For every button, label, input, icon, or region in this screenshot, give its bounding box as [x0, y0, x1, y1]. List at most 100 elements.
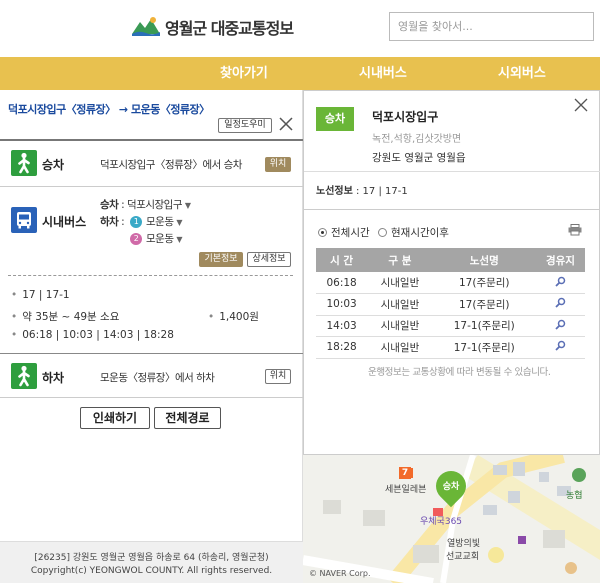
info-duration-value: 약 35분 ~ 49분 소요 — [22, 311, 120, 323]
stop-address: 강원도 영월군 영월읍 — [372, 152, 466, 164]
nav-item-directions[interactable]: 찾아가기 — [220, 57, 268, 90]
bus-board-line: 승차 : 덕포시장입구 ▼ — [100, 197, 191, 212]
route-info-value: : 17 | 17-1 — [352, 186, 408, 197]
logo-mountain-icon — [132, 17, 160, 36]
stop-direction: 녹전,석항,김삿갓방면 — [372, 134, 462, 145]
cell-route: 17(주문리) — [432, 272, 536, 294]
divider — [0, 353, 303, 354]
cell-type: 시내일반 — [367, 336, 433, 359]
site-logo[interactable]: 영월군 대중교통정보 — [131, 12, 301, 42]
divider — [0, 397, 303, 398]
alight-position-button[interactable]: 위치 — [265, 369, 291, 384]
info-duration: • 약 35분 ~ 49분 소요 — [11, 311, 120, 323]
cell-time: 18:28 — [316, 336, 368, 359]
bus-board-line-value: : 덕포시장입구 — [121, 199, 183, 211]
footer: [26235] 강원도 영월군 영월읍 하송로 64 (하송리, 영월군청) C… — [0, 541, 303, 583]
col-time: 시 간 — [316, 248, 368, 272]
step-board-text: 덕포시장입구〈정류장〉에서 승차 — [100, 159, 242, 171]
search-box[interactable] — [389, 12, 594, 41]
radio-dot[interactable] — [378, 228, 387, 237]
alight-option[interactable]: 2 모운동 ▼ — [130, 231, 182, 246]
radio-after-now[interactable]: 현재시간이후 — [378, 225, 449, 240]
step-board-label: 승차 — [42, 158, 65, 172]
chevron-down-icon[interactable]: ▼ — [185, 201, 191, 210]
info-routes: • 17 | 17-1 — [11, 289, 70, 301]
cell-time: 10:03 — [316, 293, 368, 316]
radio-dot-checked[interactable] — [318, 228, 327, 237]
route-panel: 덕포시장입구〈정류장〉 → 모운동〈정류장〉 일정도우미 승차 덕포시장입구〈정… — [0, 90, 303, 583]
timetable-header-row: 시 간 구 분 노선명 경유지 — [316, 248, 585, 272]
cell-time: 14:03 — [316, 315, 368, 337]
route-info-label: 노선정보 — [316, 186, 353, 197]
chevron-down-icon[interactable]: ▼ — [176, 235, 182, 244]
step-alight-text: 모운동〈정류장〉에서 하차 — [100, 372, 215, 384]
close-icon[interactable] — [277, 115, 295, 133]
walk-person-icon — [11, 363, 37, 389]
route-title: 덕포시장입구〈정류장〉 → 모운동〈정류장〉 — [8, 103, 210, 116]
option-number-badge: 2 — [130, 233, 142, 245]
cell-route: 17(주문리) — [432, 293, 536, 316]
info-times: • 06:18 | 10:03 | 14:03 | 18:28 — [11, 329, 174, 341]
radio-all-times[interactable]: 전체시간 — [318, 225, 370, 240]
bus-alight-line: 하차 : — [100, 216, 125, 228]
store-sign-icon: 7 — [399, 467, 411, 479]
nav-item-intercity-bus[interactable]: 시외버스 — [498, 57, 546, 90]
via-search-icon[interactable] — [535, 315, 585, 337]
main-nav: 찾아가기 시내버스 시외버스 — [0, 57, 600, 90]
divider — [0, 186, 303, 187]
header: 영월군 대중교통정보 — [0, 0, 600, 57]
alight-option[interactable]: 1 모운동 ▼ — [130, 214, 182, 229]
board-position-button[interactable]: 위치 — [265, 157, 291, 172]
close-icon[interactable] — [573, 97, 589, 113]
full-route-button[interactable]: 전체경로 — [154, 407, 221, 429]
chevron-down-icon[interactable]: ▼ — [176, 218, 182, 227]
step-bus-label: 시내버스 — [42, 215, 87, 229]
schedule-helper-button[interactable]: 일정도우미 — [218, 118, 272, 133]
logo-text: 영월군 대중교통정보 — [165, 19, 294, 38]
dashed-divider — [8, 275, 293, 276]
stop-name: 덕포시장입구 — [372, 110, 439, 124]
search-input[interactable] — [390, 13, 593, 40]
via-search-icon[interactable] — [535, 272, 585, 294]
info-times-value: 06:18 | 10:03 | 14:03 | 18:28 — [22, 329, 174, 341]
option-number-badge: 1 — [130, 216, 142, 228]
bus-board-line-label: 승차 — [100, 199, 119, 211]
map-label: 우체국365 — [420, 517, 463, 527]
step-alight-label: 하차 — [42, 371, 65, 385]
cell-type: 시내일반 — [367, 293, 433, 316]
print-button[interactable]: 인쇄하기 — [80, 407, 150, 429]
printer-icon[interactable] — [568, 224, 582, 236]
col-route: 노선명 — [432, 248, 536, 272]
timetable-note: 운행정보는 교통상황에 따라 변동될 수 있습니다. — [368, 367, 551, 378]
cell-type: 시내일반 — [367, 315, 433, 337]
map-label: 선교교회 — [446, 552, 480, 562]
cell-time: 06:18 — [316, 272, 368, 294]
table-row: 06:18 시내일반 17(주문리) — [316, 272, 585, 294]
radio-all-times-label: 전체시간 — [331, 227, 370, 239]
map-label: 농협 — [566, 491, 583, 501]
walk-person-icon — [11, 150, 37, 176]
table-row: 14:03 시내일반 17-1(주문리) — [316, 315, 585, 337]
table-row: 10:03 시내일반 17(주문리) — [316, 293, 585, 316]
via-search-icon[interactable] — [535, 336, 585, 359]
detail-info-button[interactable]: 상세정보 — [247, 252, 291, 267]
col-type: 구 분 — [367, 248, 433, 272]
divider — [304, 171, 600, 172]
alight-option-name: 모운동 — [146, 216, 174, 228]
radio-after-now-label: 현재시간이후 — [391, 227, 449, 239]
map-label: 세븐일레븐 — [385, 485, 427, 495]
col-via: 경유지 — [535, 248, 585, 272]
via-search-icon[interactable] — [535, 293, 585, 316]
timetable: 시 간 구 분 노선명 경유지 06:18 시내일반 17(주문리) 10:03… — [316, 248, 585, 359]
board-badge: 승차 — [316, 107, 354, 131]
info-fare-value: 1,400원 — [219, 311, 259, 323]
route-info: 노선정보 : 17 | 17-1 — [316, 182, 408, 197]
basic-info-button[interactable]: 기본정보 — [199, 252, 243, 267]
nav-item-city-bus[interactable]: 시내버스 — [359, 57, 407, 90]
info-fare: • 1,400원 — [208, 311, 259, 323]
footer-address: [26235] 강원도 영월군 영월읍 하송로 64 (하송리, 영월군청) — [34, 553, 269, 563]
bus-alight-line-label: 하차 — [100, 216, 119, 228]
divider — [304, 209, 600, 210]
map-marker-label: 승차 — [442, 482, 460, 492]
cell-type: 시내일반 — [367, 272, 433, 294]
